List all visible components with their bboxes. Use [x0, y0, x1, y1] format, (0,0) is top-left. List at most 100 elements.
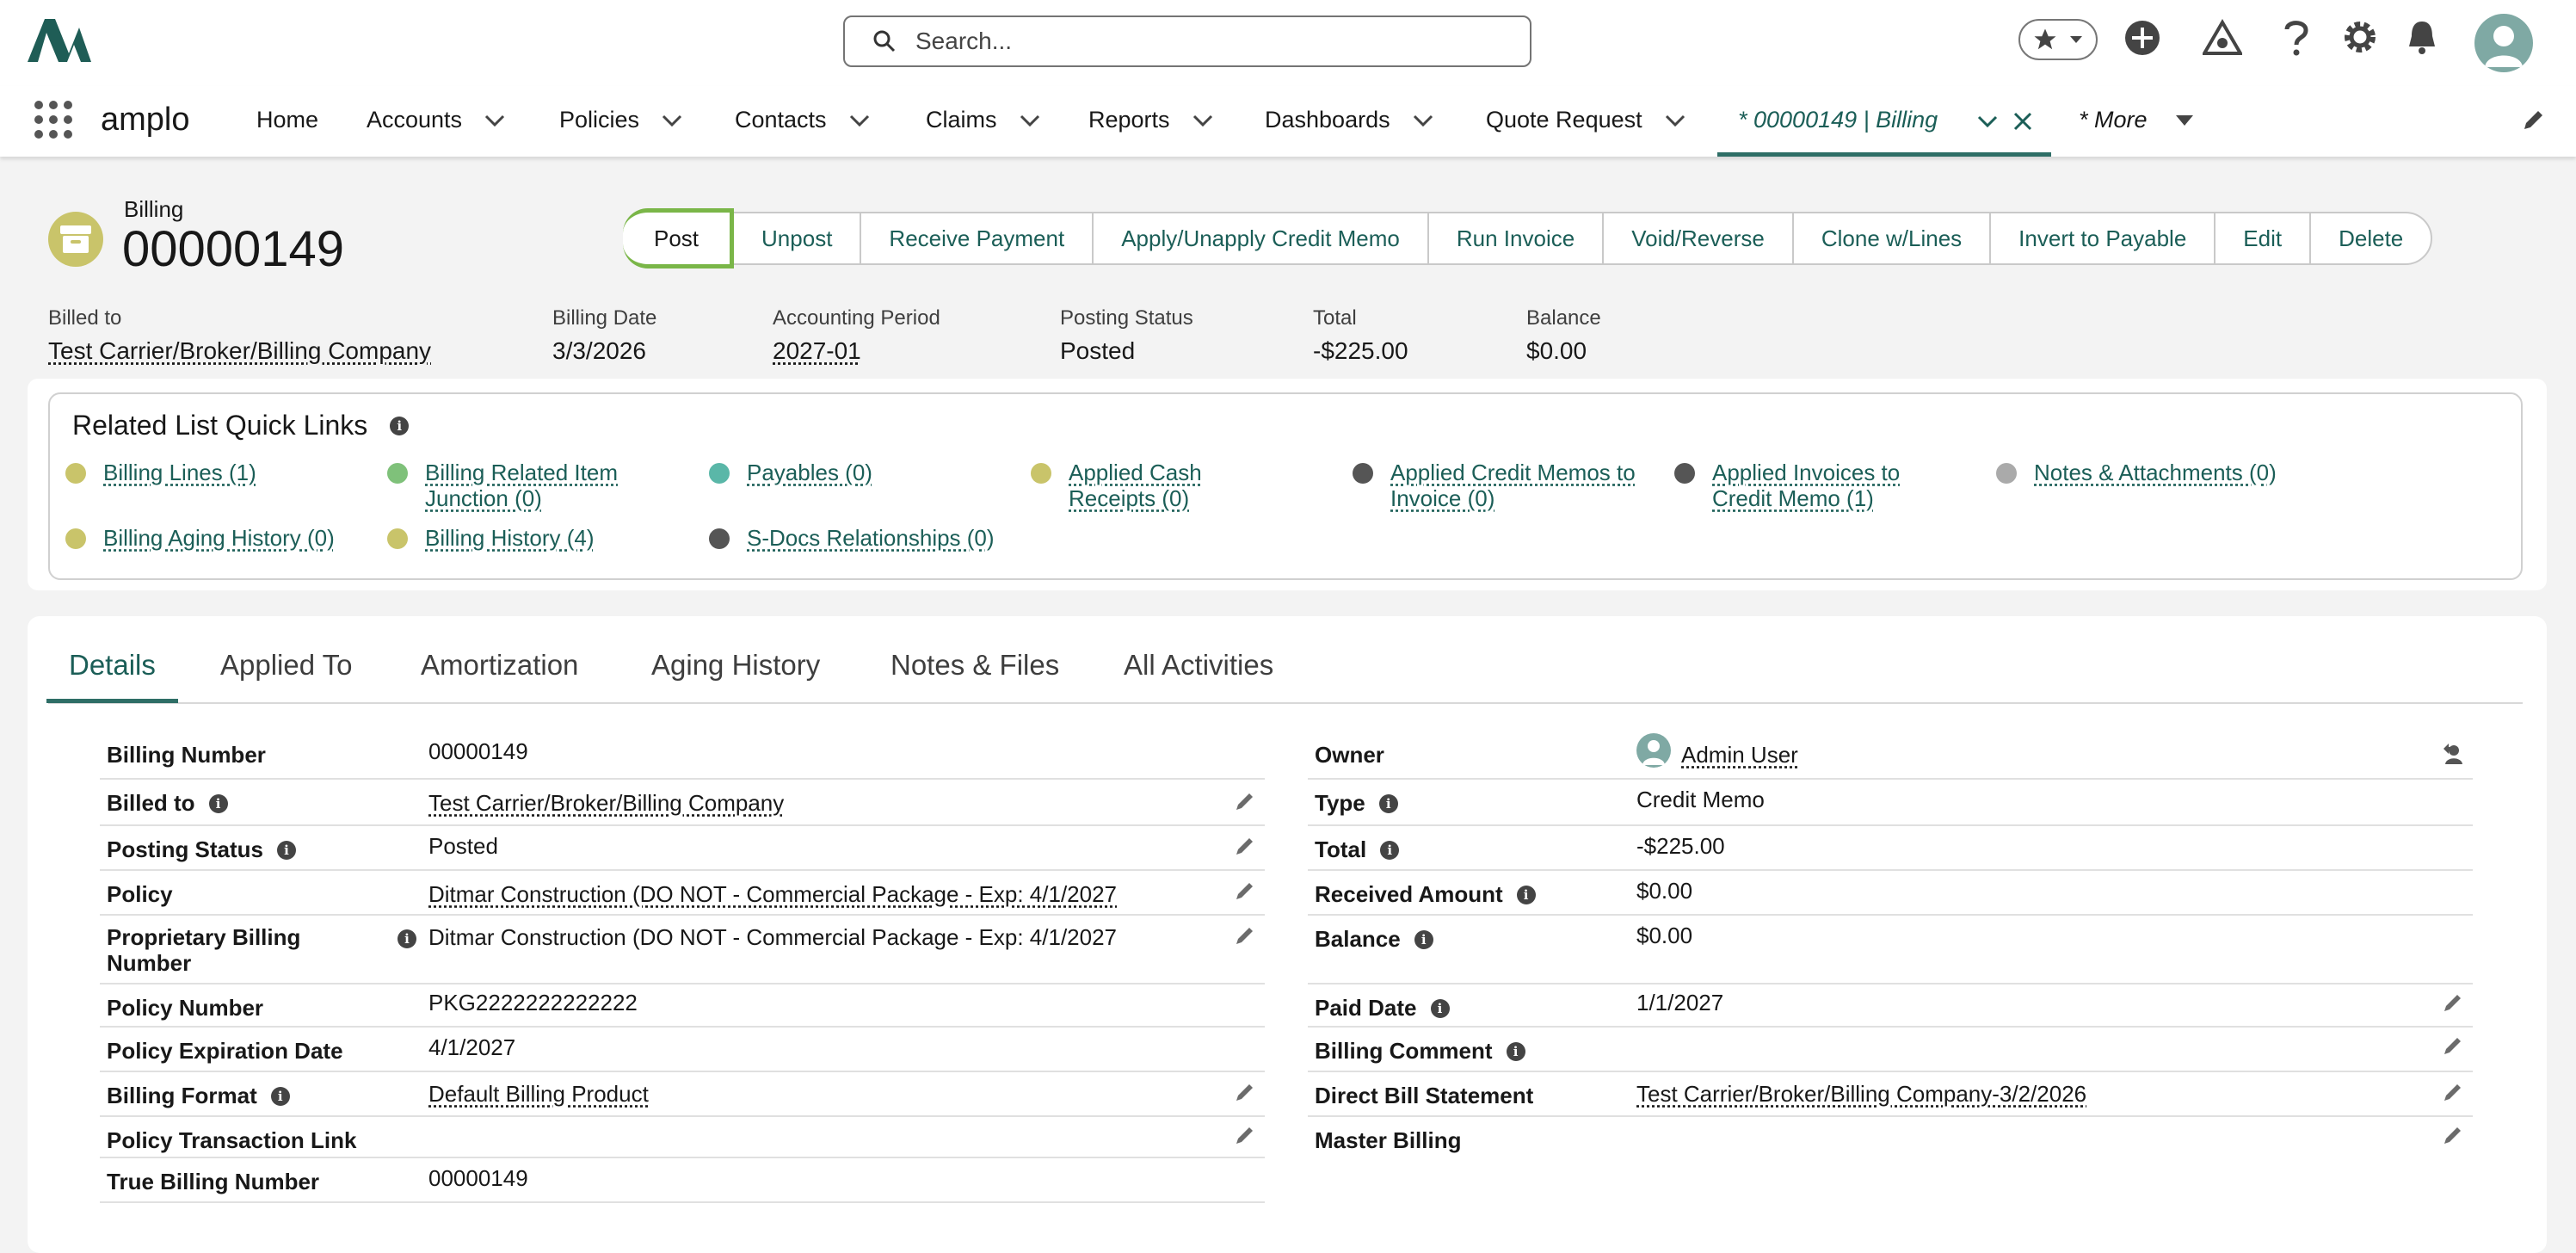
quick-link-billing-aging-history[interactable]: Billing Aging History (0)	[65, 525, 335, 551]
nav-item-accounts[interactable]: Accounts	[367, 107, 505, 133]
invert-to-payable-button[interactable]: Invert to Payable	[1989, 213, 2214, 263]
setup-button[interactable]	[2342, 19, 2378, 55]
pencil-icon[interactable]	[1234, 835, 1256, 857]
quick-link-notes-attachments[interactable]: Notes & Attachments (0)	[1996, 460, 2277, 485]
billing-format-link[interactable]: Default Billing Product	[428, 1081, 649, 1108]
nav-item-policies[interactable]: Policies	[559, 107, 682, 133]
direct-bill-statement-link[interactable]: Test Carrier/Broker/Billing Company-3/2/…	[1636, 1081, 2086, 1108]
user-avatar[interactable]	[2474, 14, 2533, 72]
info-icon[interactable]: i	[209, 794, 228, 813]
info-icon[interactable]: i	[1507, 1042, 1525, 1061]
notifications-button[interactable]	[2406, 19, 2438, 55]
trailhead-button[interactable]	[2203, 19, 2242, 57]
quick-link-payables[interactable]: Payables (0)	[709, 460, 872, 485]
nav-tab-current-record-label: * 00000149 | Billing	[1738, 107, 1938, 133]
billing-icon	[387, 528, 408, 549]
change-owner-icon[interactable]	[2442, 742, 2466, 766]
policy-link[interactable]: Ditmar Construction (DO NOT - Commercial…	[428, 881, 1117, 908]
chevron-down-icon[interactable]	[484, 114, 505, 127]
amplo-logo-icon[interactable]	[26, 15, 93, 68]
info-icon[interactable]: i	[1414, 930, 1433, 949]
info-icon[interactable]: i	[1380, 841, 1399, 860]
nav-item-contacts[interactable]: Contacts	[735, 107, 870, 133]
run-invoice-button[interactable]: Run Invoice	[1427, 213, 1602, 263]
field-type: Type i Credit Memo	[1308, 780, 2473, 826]
chevron-down-icon[interactable]	[1977, 114, 1998, 128]
close-icon[interactable]	[2013, 112, 2032, 131]
chevron-down-icon[interactable]	[1413, 114, 1433, 127]
app-launcher-icon[interactable]	[34, 101, 72, 139]
field-received-amount: Received Amount i $0.00	[1308, 871, 2473, 916]
quick-link-applied-credit-memos-to-invoice[interactable]: Applied Credit Memos to Invoice (0)	[1353, 460, 1636, 511]
nav-more[interactable]: * More	[2079, 107, 2194, 133]
tab-aging-history[interactable]: Aging History	[651, 649, 820, 701]
billed-to-link[interactable]: Test Carrier/Broker/Billing Company	[48, 337, 431, 365]
caret-down-icon	[2175, 114, 2194, 127]
favorites-button[interactable]	[2018, 19, 2098, 60]
edit-nav-icon[interactable]	[2521, 107, 2547, 133]
info-icon[interactable]: i	[390, 417, 409, 435]
accounting-period-link[interactable]: 2027-01	[773, 337, 940, 365]
nav-item-home[interactable]: Home	[256, 107, 318, 133]
void-reverse-button[interactable]: Void/Reverse	[1602, 213, 1792, 263]
unpost-button[interactable]: Unpost	[734, 213, 860, 263]
highlight-accounting-period: Accounting Period 2027-01	[773, 306, 940, 365]
owner-link[interactable]: Admin User	[1681, 742, 1798, 768]
tab-applied-to[interactable]: Applied To	[220, 649, 353, 701]
chevron-down-icon[interactable]	[662, 114, 682, 127]
search-placeholder: Search...	[915, 28, 1012, 55]
quick-link-applied-cash-receipts[interactable]: Applied Cash Receipts (0)	[1031, 460, 1202, 511]
quick-link-applied-invoices-to-credit-memo[interactable]: Applied Invoices to Credit Memo (1)	[1674, 460, 1900, 511]
nav-item-quote-request[interactable]: Quote Request	[1486, 107, 1685, 133]
nav-item-claims[interactable]: Claims	[926, 107, 1040, 133]
billed-to-value-link[interactable]: Test Carrier/Broker/Billing Company	[428, 790, 784, 817]
pencil-icon[interactable]	[1234, 880, 1256, 902]
info-icon[interactable]: i	[271, 1087, 290, 1106]
info-icon[interactable]: i	[1431, 999, 1450, 1018]
pencil-icon[interactable]	[1234, 1124, 1256, 1146]
chevron-down-icon[interactable]	[1192, 114, 1213, 127]
info-icon[interactable]: i	[397, 929, 416, 948]
chevron-down-icon[interactable]	[1665, 114, 1685, 127]
tab-all-activities[interactable]: All Activities	[1124, 649, 1273, 701]
global-add-button[interactable]	[2123, 19, 2161, 57]
nav-tab-current-record[interactable]: * 00000149 | Billing	[1717, 86, 2051, 157]
global-search-input[interactable]: Search...	[843, 15, 1531, 67]
quick-link-billing-history[interactable]: Billing History (4)	[387, 525, 595, 551]
chevron-down-icon	[2068, 32, 2084, 47]
pencil-icon[interactable]	[2442, 1081, 2464, 1103]
nav-item-reports[interactable]: Reports	[1088, 107, 1213, 133]
pencil-icon[interactable]	[2442, 1124, 2464, 1146]
pencil-icon[interactable]	[1234, 1081, 1256, 1103]
info-icon[interactable]: i	[1517, 886, 1536, 904]
edit-button[interactable]: Edit	[2214, 213, 2309, 263]
nav-item-dashboards[interactable]: Dashboards	[1265, 107, 1433, 133]
field-total: Total i -$225.00	[1308, 826, 2473, 871]
search-icon	[872, 29, 897, 53]
clone-with-lines-button[interactable]: Clone w/Lines	[1792, 213, 1989, 263]
tab-notes-files[interactable]: Notes & Files	[891, 649, 1059, 701]
receive-payment-button[interactable]: Receive Payment	[860, 213, 1092, 263]
pencil-icon[interactable]	[1234, 790, 1256, 812]
field-proprietary-billing-number: Proprietary Billing Number i Ditmar Const…	[100, 916, 1265, 985]
chevron-down-icon[interactable]	[1020, 114, 1040, 127]
pencil-icon[interactable]	[2442, 991, 2464, 1014]
delete-button[interactable]: Delete	[2309, 213, 2431, 263]
help-button[interactable]	[2283, 19, 2309, 57]
chevron-down-icon[interactable]	[849, 114, 870, 127]
post-button[interactable]: Post	[623, 208, 734, 268]
tab-amortization[interactable]: Amortization	[421, 649, 578, 701]
wrench-icon	[1674, 463, 1695, 484]
apply-unapply-credit-memo-button[interactable]: Apply/Unapply Credit Memo	[1092, 213, 1427, 263]
quick-link-billing-related-item-junction[interactable]: Billing Related Item Junction (0)	[387, 460, 618, 511]
app-navigation: amplo Home Accounts Policies Contacts Cl…	[0, 86, 2576, 157]
quick-link-s-docs-relationships[interactable]: S-Docs Relationships (0)	[709, 525, 995, 551]
field-billed-to: Billed to i Test Carrier/Broker/Billing C…	[100, 780, 1265, 826]
pencil-icon[interactable]	[2442, 1034, 2464, 1057]
info-icon[interactable]: i	[1379, 794, 1398, 813]
info-icon[interactable]: i	[277, 841, 296, 860]
tab-details[interactable]: Details	[46, 649, 178, 703]
pencil-icon[interactable]	[1234, 924, 1256, 947]
related-list-quick-links: Related List Quick Links i Billing Lines…	[48, 392, 2523, 580]
quick-link-billing-lines[interactable]: Billing Lines (1)	[65, 460, 256, 485]
